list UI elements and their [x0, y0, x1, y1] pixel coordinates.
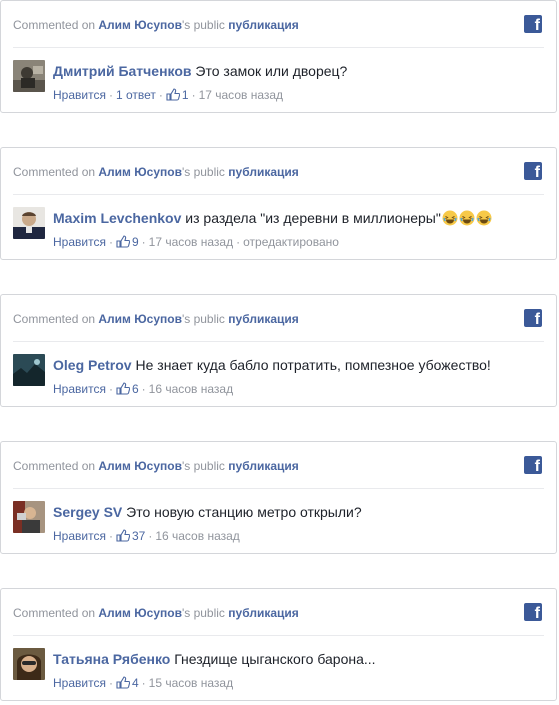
possessive-label: 's public — [181, 459, 225, 473]
card-header: Commented on Алим Юсупов's public публик… — [13, 310, 544, 330]
like-count-value: 4 — [131, 676, 139, 690]
comment-card: Commented on Алим Юсупов's public публик… — [0, 588, 557, 701]
timestamp[interactable]: 17 часов назад — [199, 88, 283, 102]
avatar[interactable] — [13, 60, 45, 92]
card-header: Commented on Алим Юсупов's public публик… — [13, 16, 544, 36]
thumbs-up-icon — [166, 88, 180, 101]
like-count[interactable]: 1 — [166, 88, 189, 102]
post-link[interactable]: публикация — [228, 459, 298, 473]
like-count[interactable]: 9 — [116, 235, 139, 249]
page-owner-link[interactable]: Алим Юсупов — [98, 165, 182, 179]
facebook-logo-icon[interactable]: f — [524, 456, 542, 474]
timestamp[interactable]: 15 часов назад — [149, 676, 233, 690]
facebook-logo-icon[interactable]: f — [524, 15, 542, 33]
facebook-logo-icon[interactable]: f — [524, 162, 542, 180]
commented-on-label: Commented on — [13, 606, 96, 620]
like-count[interactable]: 37 — [116, 529, 145, 543]
card-header: Commented on Алим Юсупов's public публик… — [13, 457, 544, 477]
timestamp[interactable]: 17 часов назад — [149, 235, 233, 249]
avatar[interactable] — [13, 501, 45, 533]
avatar[interactable] — [13, 207, 45, 239]
comment-text: из раздела "из деревни в миллионеры" — [185, 210, 441, 226]
post-link[interactable]: публикация — [228, 18, 298, 32]
comment-author-link[interactable]: Татьяна Рябенко — [53, 651, 170, 667]
edited-label[interactable]: отредактировано — [243, 235, 339, 249]
divider — [13, 635, 544, 636]
facebook-logo-icon[interactable]: f — [524, 309, 542, 327]
comment-author-link[interactable]: Sergey SV — [53, 504, 122, 520]
page-owner-link[interactable]: Алим Юсупов — [98, 312, 182, 326]
comment-text: Гнездище цыганского барона... — [174, 651, 376, 667]
commented-on-label: Commented on — [13, 165, 96, 179]
divider — [13, 488, 544, 489]
timestamp[interactable]: 16 часов назад — [149, 382, 233, 396]
like-link[interactable]: Нравится — [53, 676, 106, 690]
like-count-value: 9 — [131, 235, 139, 249]
commented-on-label: Commented on — [13, 18, 96, 32]
avatar[interactable] — [13, 648, 45, 680]
like-link[interactable]: Нравится — [53, 382, 106, 396]
laughing-face-icon — [441, 210, 492, 226]
possessive-label: 's public — [181, 165, 225, 179]
like-link[interactable]: Нравится — [53, 235, 106, 249]
comment-author-link[interactable]: Дмитрий Батченков — [53, 63, 192, 79]
divider — [13, 341, 544, 342]
card-header: Commented on Алим Юсупов's public публик… — [13, 163, 544, 183]
page-owner-link[interactable]: Алим Юсупов — [98, 606, 182, 620]
comment-card: Commented on Алим Юсупов's public публик… — [0, 294, 557, 407]
comment-card: Commented on Алим Юсупов's public публик… — [0, 147, 557, 260]
comment-card: Commented on Алим Юсупов's public публик… — [0, 441, 557, 554]
thumbs-up-icon — [116, 529, 130, 542]
like-count[interactable]: 6 — [116, 382, 139, 396]
post-link[interactable]: публикация — [228, 606, 298, 620]
comment-text: Не знает куда бабло потратить, помпезное… — [135, 357, 491, 373]
timestamp[interactable]: 16 часов назад — [155, 529, 239, 543]
divider — [13, 47, 544, 48]
commented-on-label: Commented on — [13, 459, 96, 473]
divider — [13, 194, 544, 195]
possessive-label: 's public — [181, 312, 225, 326]
thumbs-up-icon — [116, 676, 130, 689]
possessive-label: 's public — [181, 18, 225, 32]
thumbs-up-icon — [116, 235, 130, 248]
card-header: Commented on Алим Юсупов's public публик… — [13, 604, 544, 624]
post-link[interactable]: публикация — [228, 312, 298, 326]
reply-count-link[interactable]: 1 ответ — [116, 88, 156, 102]
page-owner-link[interactable]: Алим Юсупов — [98, 459, 182, 473]
like-link[interactable]: Нравится — [53, 88, 106, 102]
thumbs-up-icon — [116, 382, 130, 395]
avatar[interactable] — [13, 354, 45, 386]
commented-on-label: Commented on — [13, 312, 96, 326]
like-count-value: 37 — [131, 529, 146, 543]
possessive-label: 's public — [181, 606, 225, 620]
comment-author-link[interactable]: Oleg Petrov — [53, 357, 132, 373]
comment-card: Commented on Алим Юсупов's public публик… — [0, 0, 557, 113]
facebook-logo-icon[interactable]: f — [524, 603, 542, 621]
like-count-value: 6 — [131, 382, 139, 396]
like-count[interactable]: 4 — [116, 676, 139, 690]
post-link[interactable]: публикация — [228, 165, 298, 179]
comment-author-link[interactable]: Maxim Levchenkov — [53, 210, 181, 226]
comment-text: Это новую станцию метро открыли? — [126, 504, 362, 520]
like-link[interactable]: Нравится — [53, 529, 106, 543]
like-count-value: 1 — [181, 88, 189, 102]
comment-text: Это замок или дворец? — [195, 63, 348, 79]
page-owner-link[interactable]: Алим Юсупов — [98, 18, 182, 32]
